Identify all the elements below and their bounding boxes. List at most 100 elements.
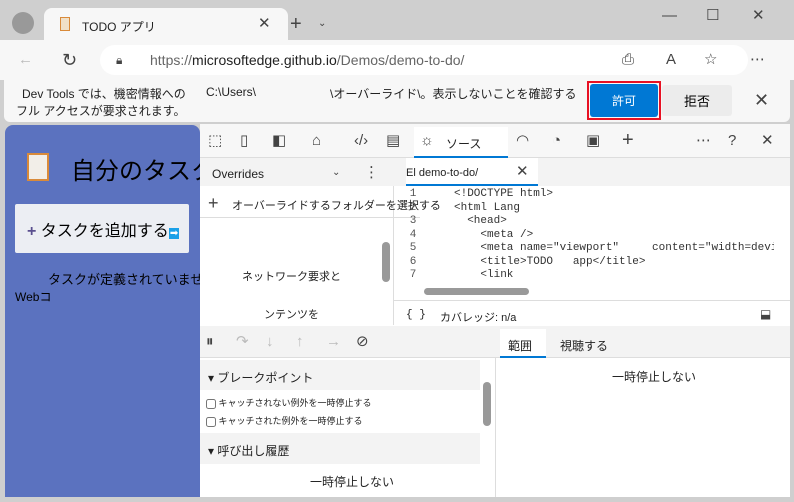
contents-text: ンテンツを <box>264 309 319 321</box>
callstack-not-paused: 一時停止しない <box>310 475 395 489</box>
triangle-down-icon: ▾ <box>208 371 215 385</box>
select-folder-button[interactable]: + オーバーライドするフォルダーを選択する <box>200 188 441 218</box>
url-text: https://microsoftedge.github.io/Demos/de… <box>150 52 465 68</box>
plus-icon: + <box>208 193 219 213</box>
tab-title: TODO アプリ <box>82 20 156 34</box>
add-task-button[interactable]: + タスクを追加する➡ <box>15 204 189 253</box>
step-icon[interactable]: → <box>326 332 341 352</box>
close-file-icon[interactable]: ✕ <box>516 162 529 182</box>
coverage-status: カバレッジ: n/a <box>440 312 517 324</box>
plus-icon: + <box>27 222 37 240</box>
line-text: <!DOCTYPE html> <box>454 188 554 200</box>
chevron-down-icon[interactable]: ⌄ <box>332 163 340 183</box>
memory-icon[interactable]: ▣ <box>586 131 600 151</box>
more-options-icon[interactable]: ⋯ <box>696 131 711 151</box>
scope-not-paused: 一時停止しない <box>612 370 697 384</box>
tab-scope[interactable]: 範囲 <box>500 329 546 358</box>
bug-icon: ☼ <box>420 132 434 149</box>
favorite-star-icon[interactable]: ☆ <box>704 50 717 70</box>
minimize-icon[interactable]: — <box>662 6 677 26</box>
page-title: 自分のタスク <box>71 158 215 185</box>
pause-caught-checkbox[interactable]: キャッチされた例外を一時停止する <box>206 414 363 427</box>
code-line: 6 <title>TODO app</title> <box>394 255 646 268</box>
add-task-label: タスクを追加する <box>40 222 169 240</box>
bp1-label: キャッチされない例外を一時停止する <box>218 398 372 408</box>
close-tab-icon[interactable]: ✕ <box>258 14 271 34</box>
profile-avatar[interactable] <box>12 12 34 34</box>
close-devtools-icon[interactable]: ✕ <box>761 131 774 151</box>
editor-pane: El demo-to-do/ ✕ 1 <!DOCTYPE html> 2 <html … <box>394 158 790 325</box>
scope-pane: 範囲 視聴する 一時停止しない <box>496 326 790 497</box>
line-number: 6 <box>409 255 417 268</box>
allow-button[interactable]: 許可 <box>590 84 658 117</box>
line-text: <link <box>454 269 514 281</box>
code-line: 1 <!DOCTYPE html> <box>394 188 553 200</box>
help-icon[interactable]: ? <box>728 131 736 151</box>
navigator-scrollbar[interactable] <box>382 242 390 282</box>
inspect-icon[interactable]: ⬚ <box>208 131 222 151</box>
drawer-icon[interactable]: ⬓ <box>760 304 771 324</box>
pretty-print-icon[interactable]: { } <box>406 309 426 321</box>
info-text-3: フル アクセスが要求されます。 <box>16 104 186 118</box>
back-icon[interactable]: ← <box>18 50 33 70</box>
app-available-icon[interactable]: ⎙ <box>622 50 634 70</box>
info-path: C:\Users\ <box>206 85 257 99</box>
clipboard-icon <box>27 153 49 181</box>
tab-overrides[interactable]: Overrides <box>212 167 264 181</box>
line-text: <meta /> <box>454 228 534 241</box>
new-tab-icon[interactable]: + <box>290 14 302 34</box>
debugger-scrollbar[interactable] <box>483 382 491 426</box>
pause-icon[interactable]: ⏸︎ <box>206 332 214 352</box>
tab-sources[interactable]: ☼ ソース <box>414 127 508 158</box>
line-number: 3 <box>409 215 417 227</box>
code-line: 4 <meta /> <box>394 228 534 241</box>
step-into-icon[interactable]: ↓ <box>266 332 274 352</box>
triangle-down-icon: ▾ <box>208 444 215 458</box>
browser-tab[interactable]: TODO アプリ ✕ <box>44 8 288 42</box>
devtools-permission-infobar: Dev Tools では、機密情報への C:\Users\ \オーバーライド\。… <box>4 80 790 122</box>
refresh-icon[interactable]: ↻ <box>62 50 77 70</box>
code-line: 7 <link <box>394 269 514 281</box>
maximize-icon[interactable]: ☐ <box>706 6 719 26</box>
breakpoints-header[interactable]: ▾ ブレークポイント <box>200 360 480 390</box>
line-number: 1 <box>409 188 417 200</box>
code-line: 3 <head> <box>394 215 507 227</box>
todo-page: 自分のタスク + タスクを追加する➡ タスクが定義されていません Webコ <box>5 125 216 497</box>
console-icon[interactable]: ▤ <box>386 131 400 151</box>
web-text: Webコ <box>15 290 52 304</box>
step-out-icon[interactable]: ↑ <box>296 332 304 352</box>
line-text: <head> <box>454 215 507 227</box>
close-window-icon[interactable]: ✕ <box>752 6 765 26</box>
device-emulation-icon[interactable]: ▯ <box>240 131 248 151</box>
code-editor[interactable]: 1 <!DOCTYPE html> 2 <html Lang 3 <head> 4 <me… <box>394 188 774 284</box>
close-infobar-icon[interactable]: ✕ <box>754 90 769 110</box>
performance-icon[interactable]: ◔ <box>552 131 561 151</box>
pause-uncaught-checkbox[interactable]: キャッチされない例外を一時停止する <box>206 396 372 409</box>
tab-watch[interactable]: 視聴する <box>560 337 608 354</box>
debugger-pane: ⏸︎ ↷ ↓ ↑ → ⊘ ▾ ブレークポイント キャッチされない例外を一時停止す… <box>200 326 496 497</box>
kebab-menu-icon[interactable]: ⋮ <box>364 163 379 183</box>
file-tab-label: El demo-to-do/ <box>406 167 479 179</box>
elements-icon[interactable]: ‹/› <box>354 131 368 151</box>
more-tools-icon[interactable]: + <box>622 130 634 150</box>
step-over-icon[interactable]: ↷ <box>236 332 249 352</box>
read-aloud-icon[interactable]: A <box>666 50 676 70</box>
more-menu-icon[interactable]: ⋯ <box>750 50 765 70</box>
deny-button[interactable]: 拒否 <box>662 85 732 116</box>
callstack-header[interactable]: ▾ 呼び出し履歴 <box>200 433 480 464</box>
chevron-down-icon[interactable]: ⌄ <box>318 14 326 34</box>
callstack-label: 呼び出し履歴 <box>217 444 290 458</box>
info-text-2: \オーバーライド\。表示しないことを確認する <box>330 87 577 101</box>
line-text: <title>TODO app</title> <box>454 255 646 268</box>
line-number: 2 <box>409 201 417 214</box>
scope-label: 範囲 <box>508 339 533 353</box>
address-bar[interactable]: 🔒︎ https://microsoftedge.github.io/Demos… <box>100 45 748 75</box>
file-tab[interactable]: El demo-to-do/ ✕ <box>406 158 538 186</box>
dock-icon[interactable]: ◧ <box>272 131 286 151</box>
network-text: ネットワーク要求と <box>242 271 341 283</box>
horizontal-scrollbar[interactable] <box>424 288 529 295</box>
info-text: Dev Tools では、機密情報への <box>22 87 186 101</box>
home-icon[interactable]: ⌂ <box>312 131 321 151</box>
network-icon[interactable]: ◠ <box>516 131 529 151</box>
deactivate-breakpoints-icon[interactable]: ⊘ <box>356 332 369 352</box>
